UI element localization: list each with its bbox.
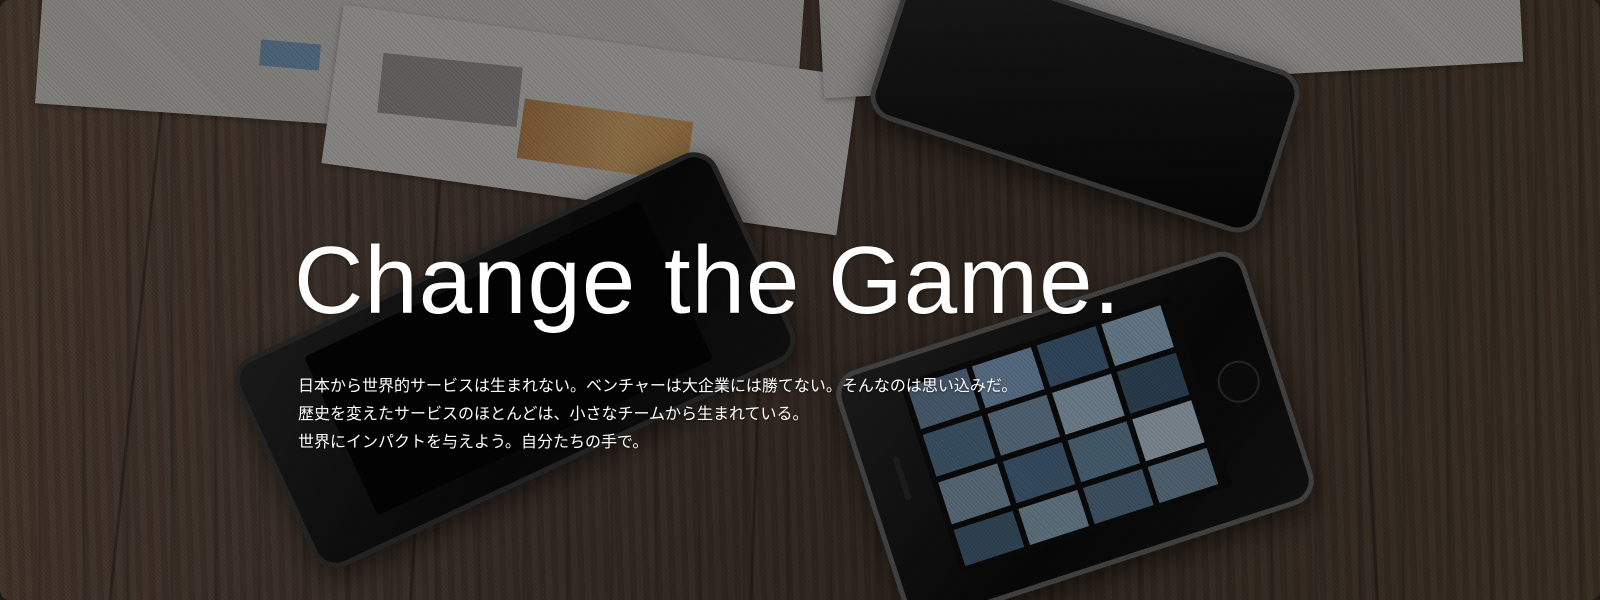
hero-body-line: 日本から世界的サービスは生まれない。ベンチャーは大企業には勝てない。そんなのは思…: [298, 376, 1018, 395]
hero-headline: Change the Game.: [294, 227, 1122, 334]
hero-body-line: 歴史を変えたサービスのほとんどは、小さなチームから生まれている。: [298, 404, 809, 423]
hero-banner: Change the Game. 日本から世界的サービスは生まれない。ベンチャー…: [0, 0, 1600, 600]
hero-body-copy: 日本から世界的サービスは生まれない。ベンチャーは大企業には勝てない。そんなのは思…: [298, 372, 1017, 456]
hero-body-line: 世界にインパクトを与えよう。自分たちの手で。: [298, 432, 649, 451]
